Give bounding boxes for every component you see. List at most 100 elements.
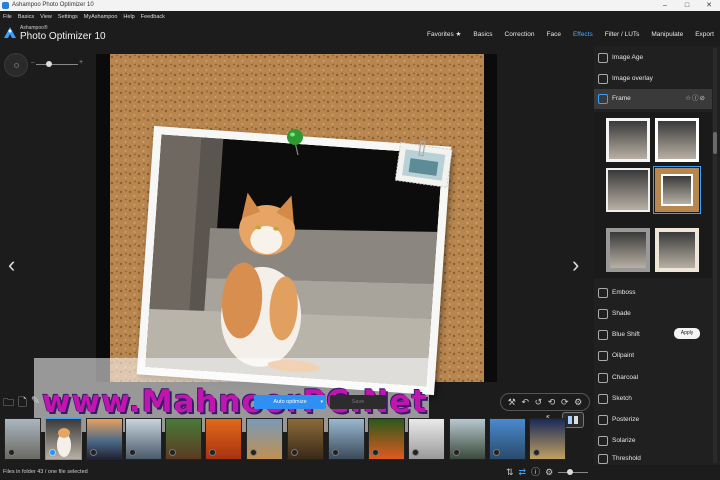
chevron-down-icon[interactable]: ▾: [320, 395, 323, 409]
shade-icon: [598, 309, 608, 319]
threshold-icon: [598, 454, 608, 464]
effect-label: Threshold: [612, 455, 641, 462]
tab-filter-luts[interactable]: Filter / LUTs: [599, 27, 646, 43]
effect-label: Sketch: [612, 395, 632, 402]
effects-panel: Image Age Image overlay Frame ☆ⓘ⊘ Apply …: [594, 46, 720, 465]
effect-sketch[interactable]: Sketch: [594, 389, 712, 409]
thumbnail-size-slider[interactable]: [558, 472, 588, 473]
sort-icon[interactable]: ⇅: [506, 465, 514, 480]
thumbnail-selected[interactable]: [45, 418, 82, 460]
thumbnail-size-handle[interactable]: [567, 469, 573, 475]
effect-solarize[interactable]: Solarize: [594, 431, 712, 451]
thumbnail[interactable]: [246, 418, 283, 460]
open-file-icon[interactable]: 🗋: [18, 394, 27, 413]
settings-icon[interactable]: ⚙: [545, 465, 553, 480]
thumbnail[interactable]: [408, 418, 445, 460]
menu-myashampoo[interactable]: MyAshampoo: [84, 11, 118, 23]
thumbnail[interactable]: [125, 418, 162, 460]
auto-optimize-button[interactable]: Auto optimize ▾: [254, 395, 326, 409]
effect-oilpaint[interactable]: Oilpaint: [594, 346, 712, 366]
frame-option[interactable]: [655, 118, 699, 162]
emboss-icon: [598, 288, 608, 298]
app-icon: [2, 2, 9, 9]
menu-feedback[interactable]: Feedback: [141, 11, 165, 23]
clean-brush-icon[interactable]: ✎: [31, 394, 40, 413]
rotate-left-icon[interactable]: ⟲: [548, 397, 556, 408]
thumbnail[interactable]: [368, 418, 405, 460]
effect-emboss[interactable]: Emboss: [594, 283, 712, 303]
frame-option[interactable]: [606, 228, 650, 272]
frame-gallery: Apply: [594, 112, 712, 339]
effect-frame[interactable]: Frame ☆ⓘ⊘: [594, 89, 712, 109]
menu-view[interactable]: View: [40, 11, 52, 23]
blue-shift-icon: [598, 330, 608, 340]
undo-all-icon[interactable]: ↺: [535, 397, 543, 408]
previous-image-arrow[interactable]: ‹: [8, 252, 15, 278]
magic-wand-icon[interactable]: ⚒: [508, 397, 516, 408]
panel-scrollbar-thumb[interactable]: [713, 132, 717, 154]
action-bar: 🗀 🗋 ✎ Auto optimize ▾ Save ⚒ ↶ ↺ ⟲ ⟳ ⚙: [0, 390, 594, 414]
settings-gear-icon[interactable]: ⚙: [574, 397, 582, 408]
effect-posterize[interactable]: Posterize: [594, 410, 712, 430]
panel-scrollbar[interactable]: [713, 48, 717, 463]
menu-help[interactable]: Help: [123, 11, 134, 23]
thumbnail[interactable]: [287, 418, 324, 460]
effect-label: Image Age: [612, 54, 644, 61]
frame-option[interactable]: [655, 228, 699, 272]
next-image-arrow[interactable]: ›: [572, 252, 579, 278]
thumbnail[interactable]: [489, 418, 526, 460]
thumbnail[interactable]: [328, 418, 365, 460]
effect-charcoal[interactable]: Charcoal: [594, 368, 712, 388]
save-button[interactable]: Save: [330, 395, 386, 409]
effect-label: Charcoal: [612, 374, 639, 381]
frame-option-selected[interactable]: [653, 166, 701, 214]
thumbnail[interactable]: [205, 418, 242, 460]
title-bar: Ashampoo Photo Optimizer 10 – □ ✕: [0, 0, 720, 11]
tab-effects[interactable]: Effects: [567, 27, 599, 43]
ashampoo-logo-icon: [4, 27, 16, 38]
effect-threshold[interactable]: Threshold: [594, 452, 712, 465]
maximize-button[interactable]: □: [676, 0, 698, 11]
thumbnail[interactable]: [529, 418, 566, 460]
tab-favorites[interactable]: Favorites ★: [421, 27, 467, 43]
frame-option[interactable]: [606, 118, 650, 162]
frame-option[interactable]: [606, 168, 650, 212]
push-pin-icon: [287, 129, 303, 156]
menu-basics[interactable]: Basics: [18, 11, 34, 23]
minimize-button[interactable]: –: [654, 0, 676, 11]
thumbnail[interactable]: [449, 418, 486, 460]
info-icon[interactable]: ⓘ: [531, 465, 540, 480]
tab-export[interactable]: Export: [689, 27, 720, 43]
tab-basics[interactable]: Basics: [467, 27, 498, 43]
swap-icon[interactable]: ⇄: [519, 465, 527, 480]
effect-shade[interactable]: Shade: [594, 304, 712, 324]
image-canvas: ‹ › www.MahnoorPC.Net ⤡: [0, 46, 594, 432]
status-text: Files in folder 43 / one file selected: [3, 469, 88, 475]
oilpaint-icon: [598, 351, 608, 361]
effect-image-age[interactable]: Image Age: [594, 48, 712, 68]
menu-file[interactable]: File: [3, 11, 12, 23]
frame-actions-icons[interactable]: ☆ⓘ⊘: [685, 89, 706, 109]
menu-settings[interactable]: Settings: [58, 11, 78, 23]
thumbnail[interactable]: [4, 418, 41, 460]
effect-image-overlay[interactable]: Image overlay: [594, 69, 712, 89]
edit-tools: ⚒ ↶ ↺ ⟲ ⟳ ⚙: [500, 393, 590, 411]
rotate-right-icon[interactable]: ⟳: [561, 397, 569, 408]
undo-icon[interactable]: ↶: [521, 397, 529, 408]
effect-blue-shift[interactable]: Blue Shift: [594, 325, 712, 345]
thumbnail[interactable]: [165, 418, 202, 460]
tab-manipulate[interactable]: Manipulate: [645, 27, 689, 43]
status-bar: Files in folder 43 / one file selected ⇅…: [0, 465, 720, 480]
app-logo: Ashampoo® Photo Optimizer 10: [3, 24, 113, 46]
effect-label: Posterize: [612, 416, 640, 423]
open-folder-icon[interactable]: 🗀: [3, 394, 14, 413]
close-button[interactable]: ✕: [698, 0, 720, 11]
tab-correction[interactable]: Correction: [499, 27, 541, 43]
effect-label: Blue Shift: [612, 331, 640, 338]
left-tools: 🗀 🗋 ✎: [3, 394, 40, 413]
effect-label: Frame: [612, 95, 631, 102]
effect-label: Shade: [612, 310, 631, 317]
image-overlay-icon: [598, 74, 608, 84]
tab-face[interactable]: Face: [541, 27, 567, 43]
thumbnail[interactable]: [86, 418, 123, 460]
